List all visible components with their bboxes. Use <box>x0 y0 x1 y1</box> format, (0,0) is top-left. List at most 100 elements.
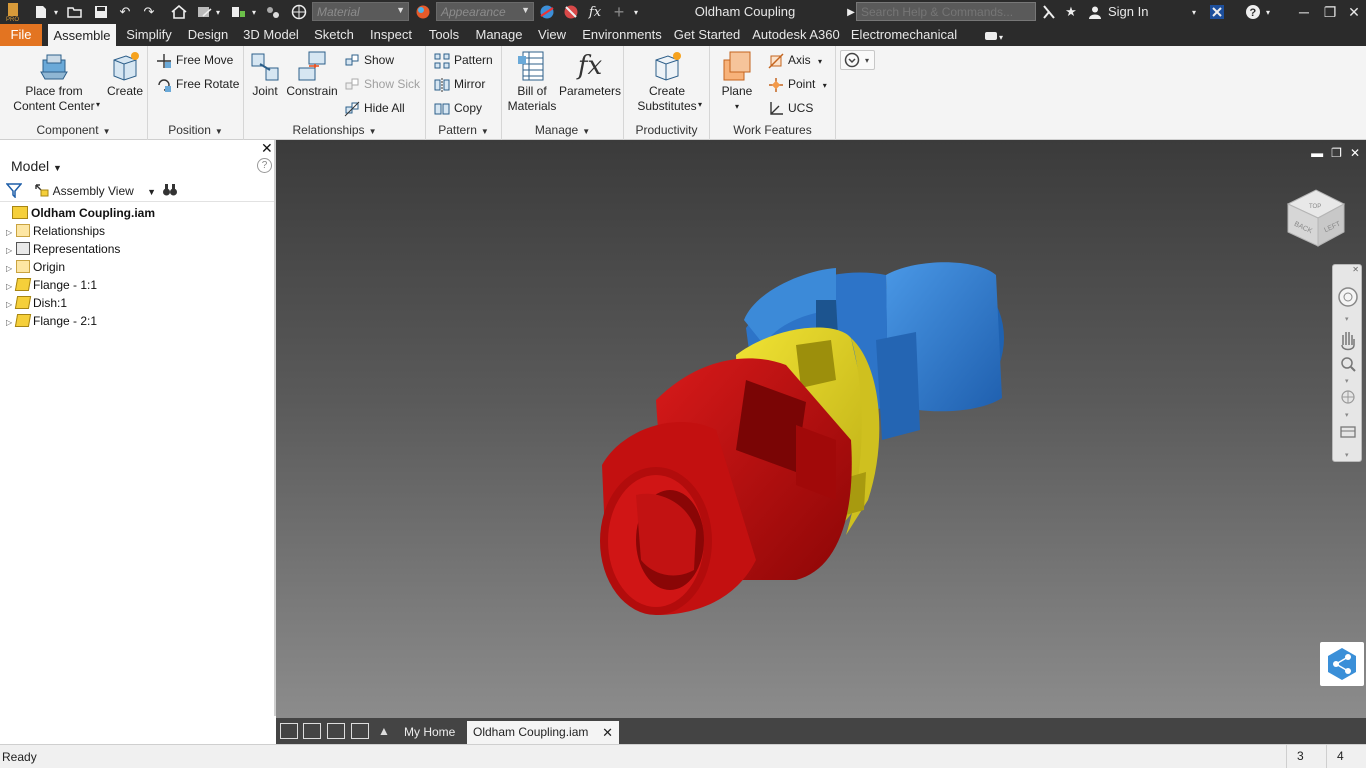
graphics-viewport[interactable]: ▬ ❐ ✕ TOP BACK LEFT ✕ ▾ ▾ ▾ ▾ <box>276 140 1366 718</box>
tree-item-origin[interactable]: ▷ Origin <box>6 258 65 276</box>
home-icon[interactable] <box>170 3 188 21</box>
panel-toggle-icon[interactable]: ▾ <box>980 24 1010 46</box>
tree-item-dish[interactable]: ▷ Dish:1 <box>6 294 67 312</box>
share-design-button[interactable] <box>1320 642 1364 686</box>
pan-hand-icon[interactable] <box>1341 332 1355 351</box>
tab-electromechanical[interactable]: Electromechanical <box>850 24 958 46</box>
panel-label-component[interactable]: Component ▼ <box>0 123 147 137</box>
browser-help-icon[interactable]: ? <box>257 158 272 173</box>
tree-item-representations[interactable]: ▷ Representations <box>6 240 120 258</box>
create-component-button[interactable]: Create <box>104 50 146 99</box>
orbit-icon[interactable] <box>1341 390 1355 404</box>
tab-design[interactable]: Design <box>184 24 232 46</box>
tab-my-home[interactable]: My Home <box>398 721 461 744</box>
tab-inspect[interactable]: Inspect <box>366 24 416 46</box>
tab-file[interactable]: File <box>0 24 42 46</box>
copy-button[interactable]: Copy <box>432 99 482 119</box>
tab-simplify[interactable]: Simplify <box>120 24 178 46</box>
clear-appearance-icon[interactable] <box>562 3 580 21</box>
steering-wheel-icon[interactable] <box>1338 287 1358 307</box>
close-button[interactable]: ✕ <box>1340 2 1366 22</box>
globe-icon[interactable] <box>290 3 308 21</box>
new-icon[interactable] <box>32 3 50 21</box>
plus-icon[interactable]: + <box>610 2 628 22</box>
tile-horizontal-icon[interactable] <box>327 723 345 739</box>
constrain-button[interactable]: Constrain <box>284 50 340 99</box>
select-filter-icon[interactable] <box>230 3 248 21</box>
appearance-dropdown[interactable]: Appearance ▼ <box>436 2 534 21</box>
viewcube-face-top[interactable]: TOP <box>1309 204 1321 210</box>
tab-get-started[interactable]: Get Started <box>672 24 742 46</box>
tab-3d-model[interactable]: 3D Model <box>240 24 302 46</box>
panel-label-manage[interactable]: Manage ▼ <box>502 123 623 137</box>
pattern-button[interactable]: Pattern <box>432 51 493 71</box>
chevron-down-icon[interactable]: ▾ <box>1188 3 1200 21</box>
bill-of-materials-button[interactable]: Bill of Materials <box>504 50 560 114</box>
find-binoculars-icon[interactable] <box>162 182 178 201</box>
sign-in-link[interactable]: Sign In <box>1108 4 1148 19</box>
tab-autodesk-a360[interactable]: Autodesk A360 <box>750 24 842 46</box>
ucs-button[interactable]: UCS <box>766 99 813 119</box>
appearance-sphere-icon[interactable] <box>414 3 432 21</box>
close-tab-icon[interactable]: ✕ <box>602 721 613 744</box>
place-from-content-center-button[interactable]: Place from Content Center <box>8 50 100 114</box>
tree-item-flange-2[interactable]: ▷ Flange - 2:1 <box>6 312 97 330</box>
chevron-down-icon[interactable]: ▾ <box>1345 451 1349 459</box>
browser-close-icon[interactable]: ✕ <box>261 140 273 157</box>
chevron-down-icon[interactable]: ▾ <box>212 3 224 21</box>
chevron-down-icon[interactable]: ▾ <box>248 3 260 21</box>
ribbon-options-dropdown[interactable]: ▾ <box>840 50 875 70</box>
view-cube[interactable]: TOP BACK LEFT <box>1284 184 1352 248</box>
measure-icon[interactable] <box>264 3 282 21</box>
hide-all-button[interactable]: Hide All <box>342 99 405 119</box>
point-button[interactable]: Point ▾ <box>766 75 827 95</box>
chevron-down-icon[interactable]: ▾ <box>1345 411 1349 419</box>
adjust-appearance-icon[interactable] <box>538 3 556 21</box>
exchange-icon[interactable] <box>1208 3 1226 21</box>
tab-manage[interactable]: Manage <box>472 24 526 46</box>
arrange-up-icon[interactable]: ▲ <box>378 724 390 738</box>
tile-windows-icon[interactable] <box>303 723 321 739</box>
chevron-down-icon[interactable]: ▾ <box>96 100 100 109</box>
panel-label-pattern[interactable]: Pattern ▼ <box>426 123 501 137</box>
chevron-down-icon[interactable]: ▾ <box>630 3 642 21</box>
show-sick-button[interactable]: Show Sick <box>342 75 420 95</box>
browser-title[interactable]: Model ▼ <box>11 158 62 174</box>
parameters-button[interactable]: fx Parameters <box>558 50 622 99</box>
fx-icon[interactable]: fx <box>586 3 604 21</box>
communication-icon[interactable] <box>1040 3 1058 21</box>
tree-item-flange-1[interactable]: ▷ Flange - 1:1 <box>6 276 97 294</box>
star-icon[interactable]: ★ <box>1062 3 1080 21</box>
cascade-windows-icon[interactable] <box>280 723 298 739</box>
tile-vertical-icon[interactable] <box>351 723 369 739</box>
chevron-down-icon[interactable]: ▾ <box>1345 377 1349 385</box>
axis-button[interactable]: Axis ▾ <box>766 51 822 71</box>
material-dropdown[interactable]: Material ▼ <box>312 2 409 21</box>
free-move-button[interactable]: Free Move <box>154 51 233 71</box>
chevron-down-icon[interactable]: ▾ <box>50 3 62 21</box>
tab-tools[interactable]: Tools <box>424 24 464 46</box>
mirror-button[interactable]: Mirror <box>432 75 485 95</box>
minimize-button[interactable]: ─ <box>1290 2 1318 22</box>
redo-icon[interactable]: ↷ <box>140 3 158 21</box>
zoom-icon[interactable] <box>1341 357 1356 372</box>
user-icon[interactable] <box>1086 3 1104 21</box>
tab-sketch[interactable]: Sketch <box>310 24 358 46</box>
joint-button[interactable]: Joint <box>246 50 284 99</box>
tab-view[interactable]: View <box>534 24 570 46</box>
tab-assemble[interactable]: Assemble <box>48 24 116 46</box>
look-at-icon[interactable] <box>1340 426 1356 438</box>
tab-environments[interactable]: Environments <box>580 24 664 46</box>
app-logo-icon[interactable]: PRO <box>2 3 24 22</box>
panel-label-relationships[interactable]: Relationships ▼ <box>244 123 425 137</box>
create-substitutes-button[interactable]: Create Substitutes <box>630 50 704 114</box>
chevron-down-icon[interactable]: ▾ <box>698 100 702 109</box>
show-button[interactable]: Show <box>342 51 394 71</box>
save-icon[interactable] <box>92 3 110 21</box>
filter-icon[interactable] <box>5 182 23 201</box>
assembly-view-dropdown[interactable]: Assembly View ▼ <box>34 183 156 198</box>
panel-label-position[interactable]: Position ▼ <box>148 123 243 137</box>
oldham-coupling-model[interactable] <box>276 140 1366 718</box>
search-input[interactable] <box>856 2 1036 21</box>
chevron-down-icon[interactable]: ▾ <box>1262 3 1274 21</box>
